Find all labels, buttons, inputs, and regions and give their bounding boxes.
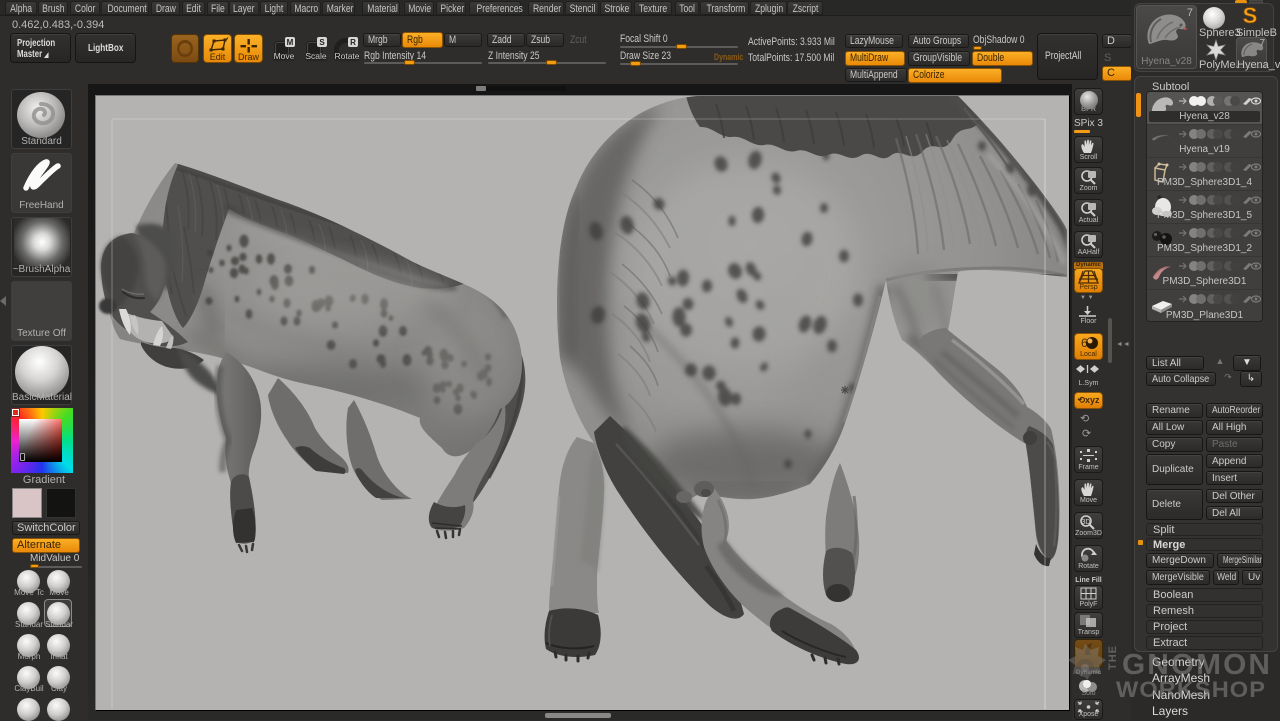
svg-text:THE: THE xyxy=(1107,645,1119,670)
svg-text:M: M xyxy=(287,38,294,47)
svg-text:S: S xyxy=(1243,4,1258,28)
svg-text:R: R xyxy=(350,38,356,47)
svg-text:S: S xyxy=(319,38,325,47)
svg-text:WORKSHOP: WORKSHOP xyxy=(1116,677,1266,702)
